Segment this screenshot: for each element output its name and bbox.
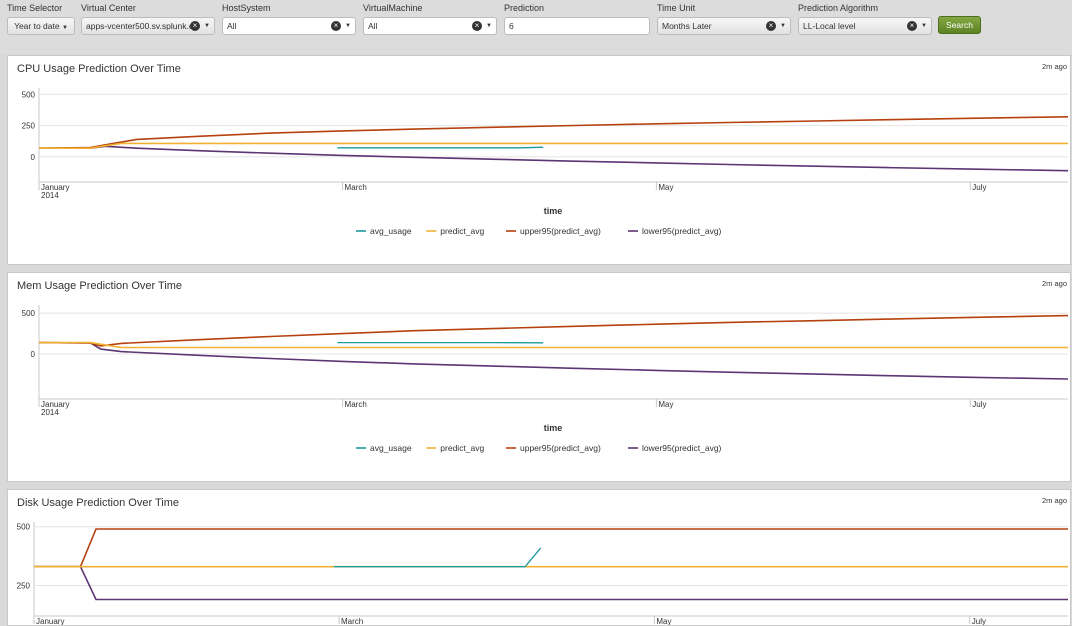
y-tick-labels: 500 250 — [17, 523, 31, 591]
plot-lines — [38, 116, 1069, 172]
prediction-label: Prediction — [504, 3, 545, 13]
x-tick-label: March — [345, 400, 367, 409]
series-line-predict-avg — [39, 341, 1068, 349]
series-line-avg-usage — [337, 146, 544, 149]
prediction-algorithm-label: Prediction Algorithm — [798, 3, 879, 13]
series-line-avg-usage — [333, 547, 542, 568]
host-system-label: HostSystem — [222, 3, 271, 13]
legend-item-lower95-predict-avg[interactable]: lower95(predict_avg) — [642, 226, 722, 236]
caret-down-icon[interactable]: ▼ — [486, 18, 492, 34]
x-axis-title: time — [544, 206, 563, 216]
legend-item-upper95-predict-avg[interactable]: upper95(predict_avg) — [520, 443, 601, 453]
virtual-center-select[interactable]: apps-vcenter500.sv.splunk.c × ▼ — [81, 17, 215, 35]
series-line-lower95-predict-avg — [34, 565, 1068, 601]
series-line-predict-avg — [39, 142, 1068, 149]
caret-down-icon[interactable]: ▼ — [345, 18, 351, 34]
virtual-machine-select[interactable]: All × ▼ — [363, 17, 497, 35]
prediction-input[interactable]: 6 — [504, 17, 650, 35]
x-tick-label: July — [972, 400, 986, 409]
y-tick-labels: 500 0 — [22, 309, 36, 359]
y-grid — [34, 526, 1068, 586]
legend-item-upper95-predict-avg[interactable]: upper95(predict_avg) — [520, 226, 601, 236]
x-tick-label: May — [658, 183, 673, 192]
series-line-upper95-predict-avg — [34, 528, 1068, 568]
y-tick-label: 0 — [31, 153, 36, 162]
x-ticks: January March May July — [33, 616, 986, 626]
x-ticks: January2014March May July — [38, 182, 986, 200]
disk-usage-panel: Disk Usage Prediction Over Time 2m ago 5… — [7, 489, 1071, 626]
series-line-upper95-predict-avg — [38, 314, 1069, 347]
y-tick-label: 500 — [22, 90, 36, 99]
legend-item-avg-usage[interactable]: avg_usage — [370, 443, 412, 453]
cpu-usage-panel: CPU Usage Prediction Over Time 2m ago 50… — [7, 55, 1071, 265]
clear-icon[interactable]: × — [331, 21, 341, 31]
x-tick-label: March — [341, 617, 363, 626]
clear-icon[interactable]: × — [766, 21, 776, 31]
time-unit-value: Months Later — [662, 21, 712, 31]
caret-down-icon[interactable]: ▼ — [204, 18, 210, 34]
virtual-machine-field: VirtualMachine All × ▼ — [363, 3, 497, 35]
search-button[interactable]: Search — [938, 16, 981, 34]
legend: avg_usage predict_avg upper95(predict_avg)… — [356, 443, 722, 453]
x-tick-label: May — [658, 400, 673, 409]
clear-icon[interactable]: × — [907, 21, 917, 31]
prediction-algorithm-field: Prediction Algorithm LL-Local level × ▼ — [798, 3, 932, 35]
time-selector-field: Time Selector Year to date ▼ — [7, 3, 75, 35]
prediction-algorithm-select[interactable]: LL-Local level × ▼ — [798, 17, 932, 35]
virtual-machine-label: VirtualMachine — [363, 3, 423, 13]
plot-lines — [38, 314, 1069, 380]
cpu-usage-chart: 5002500 January2014March May July time avg… — [22, 88, 1069, 236]
mem-usage-chart: 5000 January2014March May July time avg_us… — [22, 305, 1069, 453]
x-axis-title: time — [544, 423, 563, 433]
y-tick-label: 0 — [31, 350, 36, 359]
x-tick-label: July — [972, 617, 986, 626]
series-line-lower95-predict-avg — [39, 145, 1069, 172]
legend-item-avg-usage[interactable]: avg_usage — [370, 226, 412, 236]
time-unit-label: Time Unit — [657, 3, 696, 13]
virtual-machine-value: All — [368, 21, 378, 31]
x-tick-label: January — [36, 617, 64, 626]
y-tick-label: 250 — [22, 122, 36, 131]
host-system-select[interactable]: All × ▼ — [222, 17, 356, 35]
clear-icon[interactable]: × — [190, 21, 200, 31]
mem-usage-panel: Mem Usage Prediction Over Time 2m ago 50… — [7, 272, 1071, 482]
virtual-center-value: apps-vcenter500.sv.splunk.c — [86, 21, 194, 31]
time-selector-value: Year to date — [14, 21, 60, 31]
x-ticks: January2014March May July — [38, 399, 986, 417]
y-tick-labels: 500 250 0 — [22, 90, 36, 162]
x-tick-sublabel: 2014 — [41, 191, 59, 200]
caret-down-icon[interactable]: ▼ — [921, 18, 927, 34]
disk-usage-chart: 500 250 January March May July — [17, 522, 1068, 626]
prediction-value: 6 — [509, 21, 514, 31]
time-selector-label: Time Selector — [7, 3, 63, 13]
clear-icon[interactable]: × — [472, 21, 482, 31]
time-unit-field: Time Unit Months Later × ▼ — [657, 3, 791, 35]
x-tick-label: March — [345, 183, 367, 192]
y-tick-label: 500 — [22, 309, 36, 318]
legend-item-lower95-predict-avg[interactable]: lower95(predict_avg) — [642, 443, 722, 453]
legend-item-predict-avg[interactable]: predict_avg — [440, 226, 484, 236]
host-system-value: All — [227, 21, 237, 31]
filter-bar: Time Selector Year to date ▼ Virtual Cen… — [0, 0, 1072, 54]
y-tick-label: 500 — [17, 523, 31, 532]
virtual-center-field: Virtual Center apps-vcenter500.sv.splunk… — [81, 3, 215, 35]
prediction-field: Prediction 6 — [504, 3, 650, 35]
caret-down-icon[interactable]: ▼ — [780, 18, 786, 34]
prediction-algorithm-value: LL-Local level — [803, 21, 856, 31]
x-tick-sublabel: 2014 — [41, 408, 59, 417]
x-tick-label: July — [972, 183, 986, 192]
time-selector-button[interactable]: Year to date ▼ — [7, 17, 75, 35]
y-tick-label: 250 — [17, 581, 31, 590]
legend-item-predict-avg[interactable]: predict_avg — [440, 443, 484, 453]
plot-lines — [34, 528, 1068, 601]
caret-down-icon: ▼ — [61, 25, 68, 31]
x-tick-label: May — [656, 617, 671, 626]
virtual-center-label: Virtual Center — [81, 3, 136, 13]
legend: avg_usage predict_avg upper95(predict_avg)… — [356, 226, 722, 236]
host-system-field: HostSystem All × ▼ — [222, 3, 356, 35]
time-unit-select[interactable]: Months Later × ▼ — [657, 17, 791, 35]
